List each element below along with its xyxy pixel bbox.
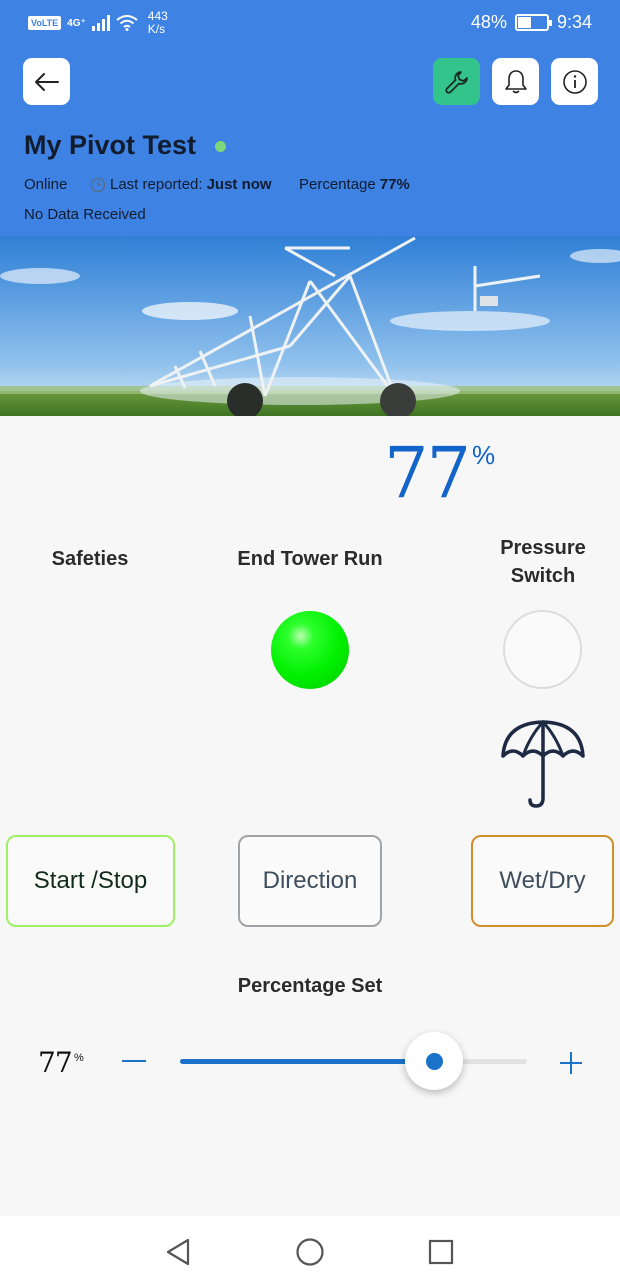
status-bar-left: VoLTE 4G⁺ 443 K/s: [28, 10, 168, 36]
plus-icon[interactable]: [560, 1052, 582, 1074]
speed-unit: K/s: [147, 22, 166, 36]
end-tower-run-indicator: [271, 611, 349, 689]
signal-strength-icon: [91, 15, 110, 31]
battery-percent: 48%: [470, 12, 507, 32]
clock: 9:34: [556, 12, 592, 32]
percentage-set-label: Percentage Set: [237, 975, 383, 997]
app-header: VoLTE 4G⁺ 443 K/s 48% 9:34 My Pivot Test…: [0, 0, 620, 236]
bell-icon: [504, 69, 527, 93]
umbrella-icon: [501, 720, 585, 808]
system-nav-bar: [0, 1216, 620, 1286]
nav-back-icon: [166, 1238, 190, 1266]
percentage-set-value: 77: [38, 1046, 73, 1079]
percentage-value: 77%: [379, 176, 410, 193]
pressure-switch-label-line1: Pressure: [500, 537, 586, 559]
slider-thumb[interactable]: [405, 1032, 464, 1090]
clock-icon: [90, 177, 106, 192]
nav-home-button[interactable]: [292, 1234, 328, 1270]
battery-level: [517, 17, 532, 28]
percentage-summary: Percentage 77%: [299, 176, 410, 193]
battery-icon: [514, 14, 552, 31]
percentage-slider[interactable]: [180, 1032, 527, 1090]
start-stop-button[interactable]: Start /Stop: [6, 835, 175, 927]
percentage-set-unit: %: [74, 1052, 84, 1064]
network-type: 4G⁺: [67, 17, 86, 29]
current-percentage: 77: [384, 432, 471, 514]
slider-thumb-dot: [425, 1052, 443, 1070]
pressure-switch-label-line2: Switch: [510, 565, 576, 587]
nav-back-button[interactable]: [160, 1234, 196, 1270]
direction-button[interactable]: Direction: [238, 835, 382, 927]
network-speed: 443 K/s: [148, 10, 168, 36]
status-bar-right: 48% 9:34: [471, 12, 592, 33]
percentage-label: Percentage: [299, 176, 376, 193]
wrench-icon: [444, 70, 468, 94]
pivot-hero-image: [0, 236, 620, 416]
back-arrow-icon: [34, 72, 59, 91]
info-icon: [562, 69, 587, 94]
pressure-switch-label: Pressure Switch: [480, 534, 606, 590]
info-button[interactable]: [551, 58, 598, 105]
end-tower-run-label: End Tower Run: [237, 548, 383, 570]
nav-home-icon: [296, 1238, 324, 1266]
speed-value: 443: [147, 9, 168, 23]
volte-badge: VoLTE: [28, 16, 62, 30]
online-status-dot: [215, 141, 226, 152]
wifi-icon: [116, 15, 138, 31]
last-reported-value: Just now: [206, 176, 272, 193]
last-reported-label: Last reported:: [110, 176, 203, 193]
wet-dry-button[interactable]: Wet/Dry: [471, 835, 614, 927]
status-bar: VoLTE 4G⁺ 443 K/s 48% 9:34: [0, 0, 620, 46]
safeties-label: Safeties: [51, 548, 129, 570]
nav-recents-icon: [428, 1239, 454, 1265]
notifications-button[interactable]: [492, 58, 539, 105]
connection-status: Online: [24, 176, 68, 193]
center-pivot-irrigation-photo: [0, 236, 620, 416]
settings-button[interactable]: [433, 58, 480, 105]
back-button[interactable]: [23, 58, 70, 105]
pressure-switch-indicator: [503, 610, 582, 689]
nav-recents-button[interactable]: [423, 1234, 459, 1270]
last-reported: Last reported: Just now: [90, 176, 272, 193]
page-title: My Pivot Test: [24, 130, 197, 160]
data-status: No Data Received: [24, 206, 146, 223]
minus-icon[interactable]: [122, 1060, 146, 1062]
current-percentage-unit: %: [472, 440, 496, 470]
